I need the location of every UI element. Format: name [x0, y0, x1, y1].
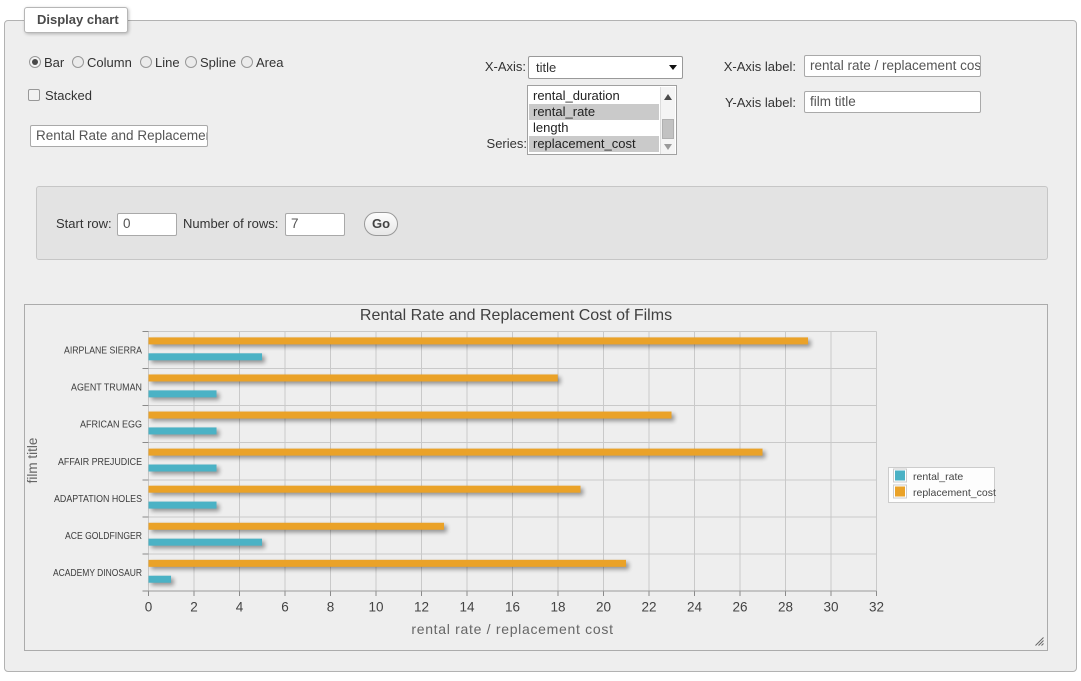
- svg-text:ADAPTATION HOLES: ADAPTATION HOLES: [54, 494, 142, 505]
- svg-text:AIRPLANE SIERRA: AIRPLANE SIERRA: [64, 346, 142, 357]
- svg-text:6: 6: [281, 600, 289, 615]
- svg-text:4: 4: [236, 600, 244, 615]
- svg-text:replacement_cost: replacement_cost: [913, 487, 996, 499]
- svg-text:18: 18: [550, 600, 565, 615]
- svg-text:16: 16: [505, 600, 520, 615]
- svg-text:AFRICAN EGG: AFRICAN EGG: [80, 420, 142, 431]
- svg-text:26: 26: [732, 600, 747, 615]
- svg-text:24: 24: [687, 600, 703, 615]
- svg-text:8: 8: [327, 600, 335, 615]
- svg-text:rental_rate: rental_rate: [913, 471, 963, 483]
- svg-text:14: 14: [459, 600, 475, 615]
- svg-text:rental rate / replacement cost: rental rate / replacement cost: [411, 621, 613, 637]
- svg-text:22: 22: [641, 600, 656, 615]
- svg-text:AGENT TRUMAN: AGENT TRUMAN: [71, 383, 142, 394]
- svg-text:12: 12: [414, 600, 429, 615]
- svg-text:ACADEMY DINOSAUR: ACADEMY DINOSAUR: [53, 568, 142, 579]
- svg-text:Rental Rate and Replacement Co: Rental Rate and Replacement Cost of Film…: [360, 307, 672, 324]
- svg-text:0: 0: [145, 600, 153, 615]
- svg-text:film title: film title: [25, 438, 40, 484]
- svg-text:20: 20: [596, 600, 611, 615]
- svg-text:10: 10: [368, 600, 383, 615]
- svg-text:AFFAIR PREJUDICE: AFFAIR PREJUDICE: [58, 457, 142, 468]
- svg-text:ACE GOLDFINGER: ACE GOLDFINGER: [65, 531, 142, 542]
- svg-text:28: 28: [778, 600, 793, 615]
- svg-text:2: 2: [190, 600, 198, 615]
- svg-text:30: 30: [823, 600, 838, 615]
- svg-text:32: 32: [869, 600, 884, 615]
